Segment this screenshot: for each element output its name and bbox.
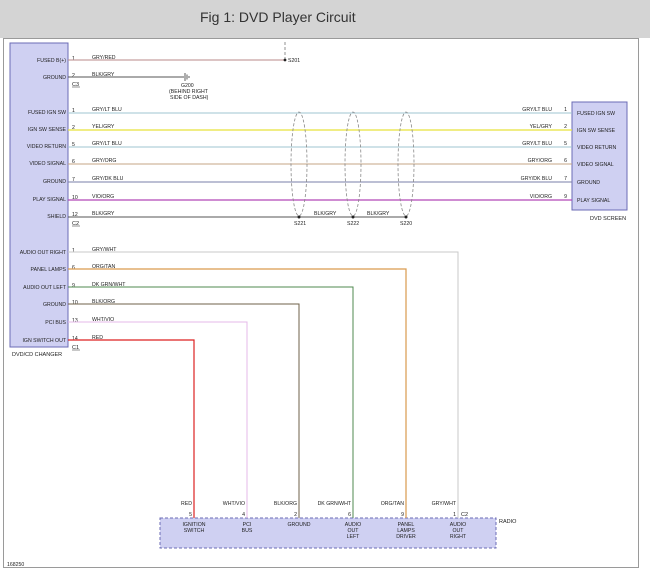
wire-color-label: VIO/ORG — [92, 194, 114, 200]
wire-gry-wht-audio-right — [68, 251, 459, 518]
changer-pin-label: VIDEO SIGNAL — [29, 161, 66, 167]
screen-pin-label: VIDEO RETURN — [577, 145, 616, 151]
screen-wire-labels: GRY/LT BLU YEL/GRY GRY/LT BLU GRY/ORG GR… — [521, 107, 553, 200]
wire-color-label: YEL/GRY — [530, 124, 553, 130]
radio-pin-label: PANEL LAMPS DRIVER — [396, 522, 416, 540]
shield-wire-label-2: BLK/GRY — [367, 211, 390, 217]
wire-color-label: GRY/LT BLU — [522, 141, 552, 147]
ground-point-location-2: SIDE OF DASH) — [170, 95, 209, 101]
changer-pin-label: AUDIO OUT RIGHT — [20, 250, 67, 256]
wire-color-label: BLK/GRY — [92, 211, 115, 217]
changer-pin-numbers: 1 2 1 2 5 6 7 10 12 1 6 9 10 13 14 — [72, 56, 78, 342]
wire-color-label: GRY/ORG — [528, 158, 552, 164]
shield-wire-label-1: BLK/GRY — [314, 211, 337, 217]
figure-number: 168250 — [7, 562, 24, 568]
splice-s201-label: S201 — [288, 58, 300, 64]
wiring-diagram: DVD/CD CHANGER DVD SCREEN RADIO C2 C3 C2… — [7, 42, 628, 568]
changer-pin-number: 6 — [72, 265, 75, 271]
changer-pin-label: FUSED IGN SW — [28, 110, 66, 116]
splice-s221-label: S221 — [294, 221, 306, 227]
changer-pin-label: FUSED B(+) — [37, 58, 66, 64]
changer-pin-number: 9 — [72, 283, 75, 289]
changer-pin-label: PLAY SIGNAL — [33, 197, 66, 203]
radio-pin-label: PCI BUS — [242, 522, 253, 534]
wire-color-label: GRY/LT BLU — [92, 141, 122, 147]
changer-pin-number: 2 — [72, 73, 75, 79]
changer-pin-number: 13 — [72, 318, 78, 324]
changer-pin-number: 10 — [72, 300, 78, 306]
changer-pin-label: AUDIO OUT LEFT — [23, 285, 67, 291]
radio-wire-labels: RED WHT/VIO BLK/ORG DK GRN/WHT ORG/TAN G… — [181, 501, 457, 507]
splice-s221-dot — [297, 215, 301, 219]
wire-color-label: GRY/WHT — [432, 501, 457, 507]
dvd-screen-name: DVD SCREEN — [590, 216, 626, 222]
changer-pin-number: 14 — [72, 336, 78, 342]
changer-pin-label: PCI BUS — [45, 320, 66, 326]
dvd-screen-box — [571, 101, 628, 211]
splice-s220-label: S220 — [400, 221, 412, 227]
screen-pin-number: 9 — [564, 194, 567, 200]
splice-s222-label: S222 — [347, 221, 359, 227]
dvd-changer-name: DVD/CD CHANGER — [12, 352, 62, 358]
wire-color-label: GRY/LT BLU — [522, 107, 552, 113]
changer-pin-number: 1 — [72, 248, 75, 254]
screen-pin-number: 5 — [564, 141, 567, 147]
wire-color-label: ORG/TAN — [381, 501, 405, 507]
screen-pin-number: 1 — [564, 107, 567, 113]
screen-pin-label: FUSED IGN SW — [577, 111, 615, 117]
screen-pin-number: 2 — [564, 124, 567, 130]
radio-pin-label: IGNITION SWITCH — [182, 522, 205, 534]
wire-red-ign-switch — [68, 339, 195, 518]
changer-pin-number: 1 — [72, 56, 75, 62]
screen-pin-number: 6 — [564, 158, 567, 164]
changer-pin-label: IGN SW SENSE — [28, 127, 67, 133]
screen-pin-number: 7 — [564, 176, 567, 182]
radio-pin-number: 1 — [453, 512, 456, 518]
wire-color-label: GRY/DK BLU — [521, 176, 553, 182]
radio-name: RADIO — [499, 519, 517, 525]
wire-color-label: YEL/GRY — [92, 124, 115, 130]
wire-color-label: GRY/ORG — [92, 158, 116, 164]
radio-pin-numbers: 5 4 2 6 9 1 — [189, 512, 456, 518]
changer-pin-label: SHIELD — [47, 214, 66, 220]
wire-color-label: GRY/DK BLU — [92, 176, 124, 182]
radio-pin-number: 4 — [242, 512, 245, 518]
screen-pin-numbers: 1 2 5 6 7 9 — [564, 107, 567, 200]
splice-s222-dot — [351, 215, 355, 219]
changer-pin-label: IGN SWITCH OUT — [22, 338, 66, 344]
radio-pin-number: 5 — [189, 512, 192, 518]
radio-pin-number: 2 — [294, 512, 297, 518]
radio-pin-number: 9 — [401, 512, 404, 518]
wire-wht-vio-pci-bus — [68, 321, 248, 518]
splice-s201-dot — [283, 58, 287, 62]
wire-color-label: VIO/ORG — [530, 194, 552, 200]
wire-color-label: RED — [181, 501, 192, 507]
changer-pin-label: VIDEO RETURN — [27, 144, 66, 150]
changer-pin-label: GROUND — [43, 179, 66, 185]
radio-pin-number: 6 — [348, 512, 351, 518]
radio-connector: C2 — [461, 512, 468, 518]
screen-pin-label: VIDEO SIGNAL — [577, 162, 614, 168]
wire-color-label: WHT/VIO — [223, 501, 245, 507]
wire-color-label: GRY/LT BLU — [92, 107, 122, 113]
changer-wire-labels: GRY/RED BLK/GRY GRY/LT BLU YEL/GRY GRY/L… — [92, 55, 126, 341]
ground-symbol-icon — [184, 73, 190, 81]
changer-pin-label: GROUND — [43, 302, 66, 308]
splice-s220-dot — [404, 215, 408, 219]
wire-color-label: DK GRN/WHT — [318, 501, 352, 507]
radio-box — [159, 517, 497, 549]
screen-pin-label: GROUND — [577, 180, 600, 186]
screen-pin-label: PLAY SIGNAL — [577, 198, 610, 204]
radio-pin-label: GROUND — [287, 522, 310, 528]
changer-pin-label: PANEL LAMPS — [31, 267, 67, 273]
wire-org-tan-panel-lamps — [68, 268, 407, 518]
changer-pin-label: GROUND — [43, 75, 66, 81]
screen-pin-label: IGN SW SENSE — [577, 128, 616, 134]
wire-color-label: BLK/ORG — [274, 501, 297, 507]
